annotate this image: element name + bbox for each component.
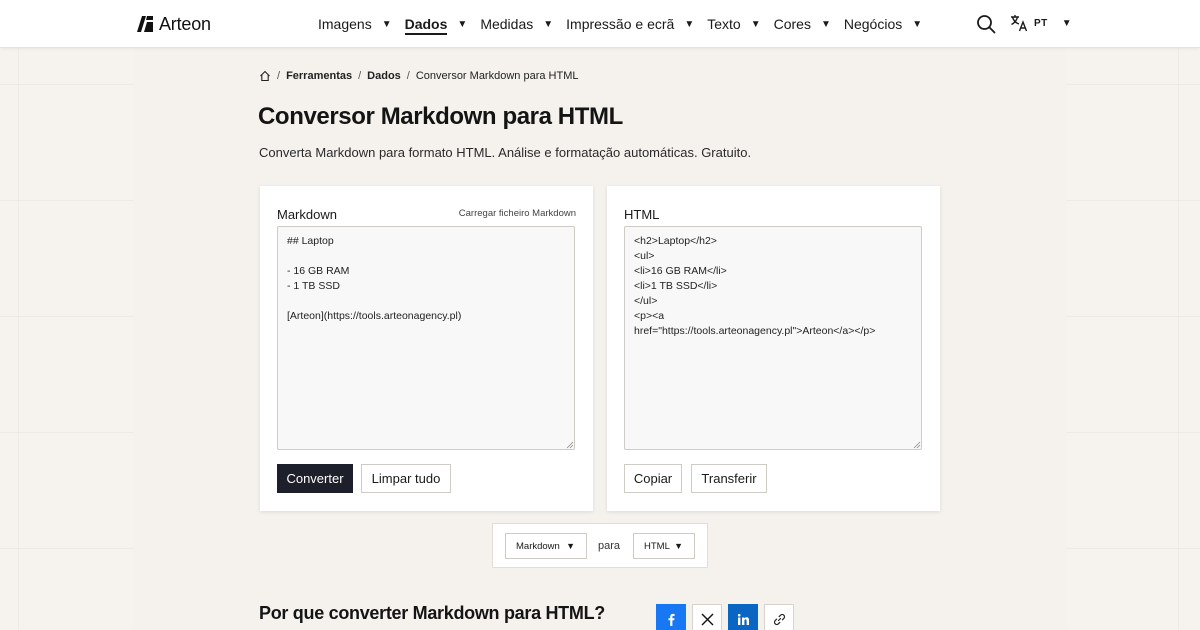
nav-item-medidas[interactable]: Medidas ▼ (480, 0, 553, 48)
from-format-select[interactable]: Markdown ▼ (505, 533, 587, 559)
markdown-input[interactable]: ## Laptop - 16 GB RAM - 1 TB SSD [Arteon… (277, 226, 575, 450)
nav-item-dados[interactable]: Dados ▼ (405, 0, 468, 48)
html-output[interactable]: <h2>Laptop</h2> <ul> <li>16 GB RAM</li> … (624, 226, 922, 450)
markdown-label: Markdown (277, 207, 337, 222)
upload-markdown-link[interactable]: Carregar ficheiro Markdown (459, 208, 576, 219)
home-icon[interactable] (259, 70, 271, 82)
nav-label: Cores (773, 16, 811, 32)
caret-down-icon: ▼ (750, 18, 761, 30)
html-output-card: HTML <h2>Laptop</h2> <ul> <li>16 GB RAM<… (607, 186, 940, 511)
translate-icon (1011, 15, 1028, 32)
markdown-input-card: Markdown Carregar ficheiro Markdown ## L… (260, 186, 593, 511)
format-connector: para (598, 540, 621, 552)
page-title: Conversor Markdown para HTML (258, 103, 623, 130)
nav-label: Imagens (318, 16, 372, 32)
caret-down-icon: ▼ (543, 18, 554, 30)
nav-label: Dados (404, 16, 448, 32)
arteon-logo-icon (137, 16, 153, 32)
caret-down-icon: ▼ (820, 18, 831, 30)
from-format-value: Markdown (516, 540, 560, 552)
copy-button[interactable]: Copiar (624, 464, 682, 493)
caret-down-icon: ▼ (674, 541, 683, 551)
nav-item-cores[interactable]: Cores ▼ (774, 0, 831, 48)
to-format-value: HTML (644, 540, 670, 552)
download-button[interactable]: Transferir (691, 464, 767, 493)
share-linkedin-button[interactable] (728, 604, 758, 630)
search-icon[interactable] (976, 14, 996, 34)
language-selector[interactable]: PT ▼ (1010, 14, 1072, 32)
caret-down-icon: ▼ (1061, 17, 1072, 29)
clear-all-button[interactable]: Limpar tudo (361, 464, 451, 493)
nav-label: Texto (707, 16, 741, 32)
nav-item-texto[interactable]: Texto ▼ (707, 0, 760, 48)
brand-name: Arteon (159, 13, 211, 34)
nav-label: Negócios (843, 16, 903, 32)
breadcrumb-separator: / (277, 70, 281, 82)
html-label: HTML (624, 207, 660, 222)
caret-down-icon: ▼ (457, 18, 468, 30)
linkedin-icon (737, 613, 749, 625)
resize-grip-icon[interactable] (566, 441, 574, 449)
nav-label: Impressão e ecrã (566, 16, 675, 32)
brand-logo[interactable]: Arteon (137, 14, 211, 34)
breadcrumb-dados[interactable]: Dados (367, 70, 401, 82)
caret-down-icon: ▼ (381, 18, 392, 30)
why-convert-heading: Por que converter Markdown para HTML? (259, 603, 605, 623)
resize-grip-icon[interactable] (913, 441, 921, 449)
breadcrumb-current: Conversor Markdown para HTML (415, 70, 579, 82)
main-nav: Imagens ▼ Dados ▼ Medidas ▼ Impressão e … (318, 0, 935, 48)
facebook-icon (667, 613, 675, 626)
language-code: PT (1034, 17, 1048, 29)
link-icon (773, 613, 785, 625)
copy-link-button[interactable] (764, 604, 794, 630)
x-icon (701, 613, 713, 625)
to-format-select[interactable]: HTML ▼ (633, 533, 695, 559)
caret-down-icon: ▼ (912, 18, 923, 30)
breadcrumb-ferramentas[interactable]: Ferramentas (286, 70, 352, 82)
format-selector: Markdown ▼ para HTML ▼ (492, 523, 708, 568)
nav-item-imagens[interactable]: Imagens ▼ (318, 0, 392, 48)
nav-label: Medidas (480, 16, 534, 32)
top-navigation-bar: Arteon Imagens ▼ Dados ▼ Medidas ▼ Impre… (0, 0, 1200, 48)
page-description: Converta Markdown para formato HTML. Aná… (259, 145, 752, 160)
convert-button[interactable]: Converter (277, 464, 353, 493)
breadcrumb-separator: / (406, 70, 410, 82)
nav-item-impressao-e-ecra[interactable]: Impressão e ecrã ▼ (566, 0, 694, 48)
caret-down-icon: ▼ (566, 541, 575, 551)
breadcrumb-separator: / (358, 70, 362, 82)
breadcrumb: / Ferramentas / Dados / Conversor Markdo… (259, 68, 578, 84)
share-x-button[interactable] (692, 604, 722, 630)
share-facebook-button[interactable] (656, 604, 686, 630)
nav-item-negocios[interactable]: Negócios ▼ (844, 0, 922, 48)
caret-down-icon: ▼ (684, 18, 695, 30)
